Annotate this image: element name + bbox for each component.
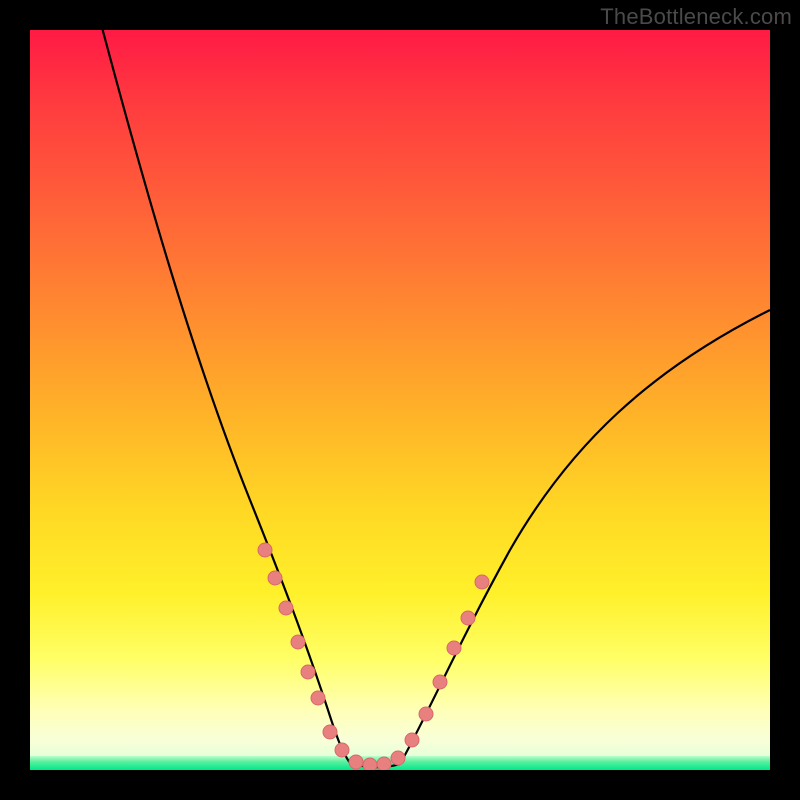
marker [335,743,349,757]
marker [323,725,337,739]
curve-right [400,310,770,764]
marker [291,635,305,649]
marker [461,611,475,625]
watermark-text: TheBottleneck.com [600,4,792,30]
green-strip [30,756,770,770]
marker [258,543,272,557]
marker [419,707,433,721]
marker [268,571,282,585]
marker [475,575,489,589]
marker [433,675,447,689]
marker [311,691,325,705]
plot-area [30,30,770,770]
marker-group [258,543,489,770]
curve-left [100,30,350,763]
curve-svg [30,30,770,770]
marker [301,665,315,679]
marker [279,601,293,615]
marker [447,641,461,655]
marker [405,733,419,747]
frame: TheBottleneck.com [0,0,800,800]
